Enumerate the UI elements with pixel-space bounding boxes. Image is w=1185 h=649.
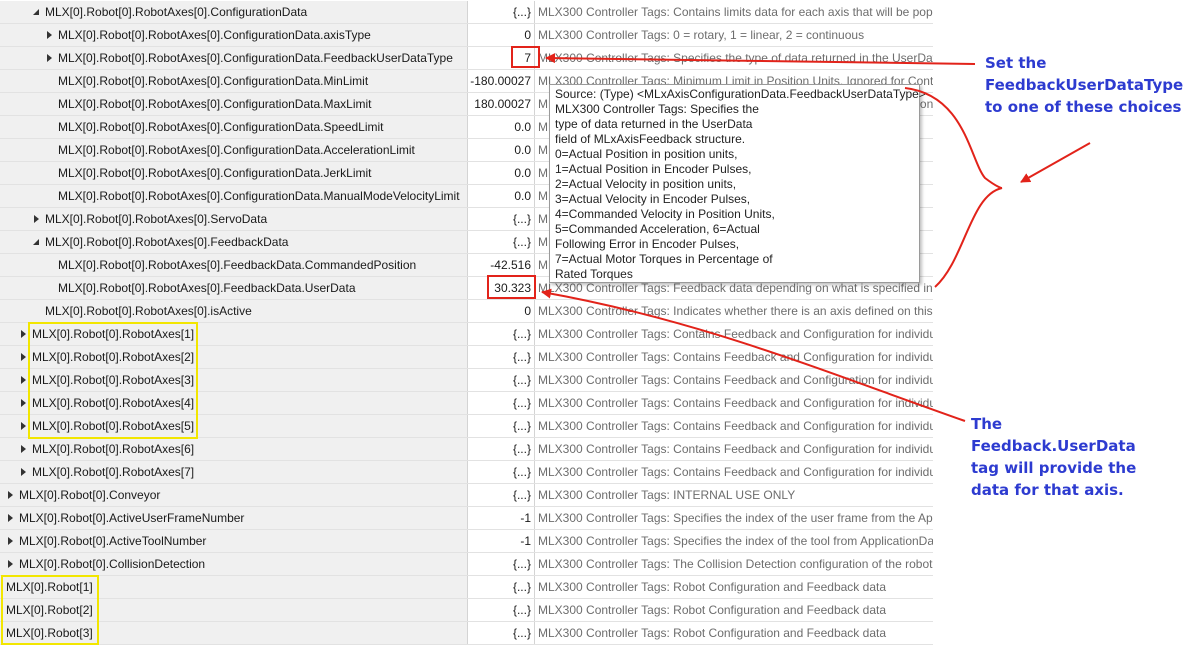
annotation-line: FeedbackUserDataType bbox=[985, 76, 1184, 94]
arrow-to-feedback-user-data-type bbox=[545, 53, 976, 65]
annotation-line: tag will provide the bbox=[971, 459, 1137, 477]
arrow-to-user-data bbox=[541, 288, 966, 422]
annotation-line: Set the bbox=[985, 54, 1047, 72]
annotation-user-data: The Feedback.UserData tag will provide t… bbox=[971, 413, 1136, 501]
annotation-line: The bbox=[971, 415, 1003, 433]
annotation-line: data for that axis. bbox=[971, 481, 1124, 499]
arrow-from-brace bbox=[1020, 142, 1091, 183]
annotation-line: to one of these choices bbox=[985, 98, 1182, 116]
annotation-set-feedback-type: Set the FeedbackUserDataType to one of t… bbox=[985, 52, 1183, 118]
annotation-line: Feedback.UserData bbox=[971, 437, 1136, 455]
